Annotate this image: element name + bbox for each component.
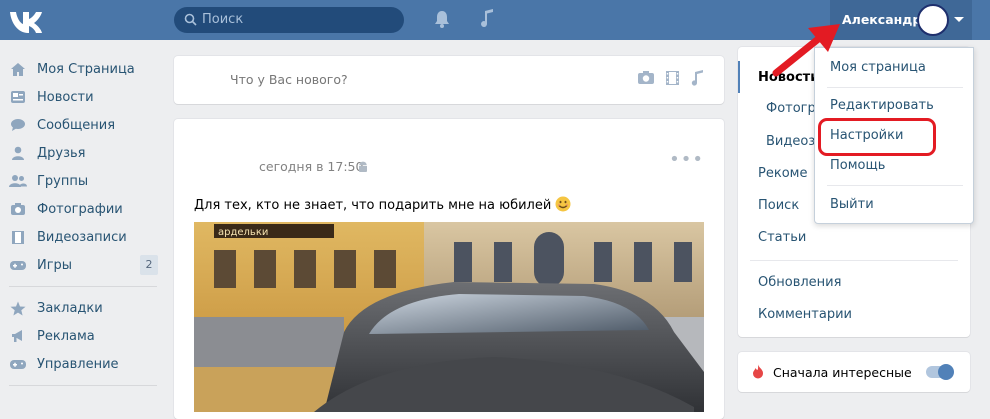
divider xyxy=(750,260,958,261)
divider xyxy=(827,185,963,186)
left-sidebar: Моя Страница Новости Сообщения Друзья Гр… xyxy=(0,55,165,393)
search-box[interactable]: Поиск xyxy=(174,7,404,33)
sidebar-item-label: Управление xyxy=(37,356,119,372)
camera-icon xyxy=(9,201,27,217)
users-icon xyxy=(9,173,27,189)
interesting-toggle[interactable] xyxy=(926,364,954,380)
settings-highlight-box xyxy=(818,118,936,156)
menu-item-logout[interactable]: Выйти xyxy=(830,197,874,212)
sidebar-item-ads[interactable]: Реклама xyxy=(0,322,165,350)
sidebar-item-messages[interactable]: Сообщения xyxy=(0,111,165,139)
user-name: Александр xyxy=(842,12,922,27)
sidebar-item-friends[interactable]: Друзья xyxy=(0,139,165,167)
filter-comments[interactable]: Комментарии xyxy=(758,307,852,322)
film-icon xyxy=(9,229,27,245)
megaphone-icon xyxy=(9,328,27,344)
sidebar-item-label: Новости xyxy=(37,89,94,105)
film-icon[interactable] xyxy=(665,70,680,91)
avatar xyxy=(917,4,949,36)
gamepad-icon xyxy=(9,356,27,372)
news-icon xyxy=(9,89,27,105)
sidebar-item-bookmarks[interactable]: Закладки xyxy=(0,294,165,322)
sidebar-item-groups[interactable]: Группы xyxy=(0,167,165,195)
message-icon xyxy=(9,117,27,133)
sidebar-item-label: Реклама xyxy=(37,328,95,344)
annotation-arrow-icon xyxy=(772,24,840,77)
music-icon[interactable] xyxy=(690,70,704,91)
interesting-first-toggle-row[interactable]: Сначала интересные xyxy=(738,352,970,392)
search-placeholder: Поиск xyxy=(202,12,244,27)
counter-badge: 2 xyxy=(140,255,158,275)
fire-icon xyxy=(752,364,764,383)
filter-articles[interactable]: Статьи xyxy=(758,230,806,245)
svg-text:ардельки: ардельки xyxy=(218,227,268,238)
more-icon[interactable]: ••• xyxy=(669,149,704,170)
sidebar-item-games[interactable]: Игры 2 xyxy=(0,251,165,279)
sidebar-item-label: Группы xyxy=(37,173,89,189)
user-menu-button[interactable]: Александр xyxy=(830,0,972,40)
post-time[interactable]: сегодня в 17:50 xyxy=(259,159,363,174)
filter-recommendations[interactable]: Рекоме xyxy=(758,166,807,181)
menu-item-help[interactable]: Помощь xyxy=(830,158,885,173)
divider xyxy=(9,286,157,287)
sidebar-item-manage[interactable]: Управление xyxy=(0,350,165,378)
chevron-down-icon xyxy=(954,17,964,22)
menu-item-edit[interactable]: Редактировать xyxy=(830,98,934,113)
android-icon xyxy=(358,161,368,177)
sidebar-item-label: Игры xyxy=(37,257,73,273)
sidebar-item-photos[interactable]: Фотографии xyxy=(0,195,165,223)
sidebar-item-videos[interactable]: Видеозаписи xyxy=(0,223,165,251)
divider xyxy=(827,87,963,88)
divider xyxy=(9,385,157,386)
bell-icon[interactable] xyxy=(434,10,450,32)
toggle-knob xyxy=(938,364,954,380)
camera-icon[interactable] xyxy=(637,70,655,91)
post-text: Для тех, кто не знает, что подарить мне … xyxy=(194,196,571,216)
gamepad-icon xyxy=(9,257,27,273)
sidebar-item-label: Закладки xyxy=(37,300,103,316)
vk-logo[interactable] xyxy=(8,6,44,34)
music-icon[interactable] xyxy=(479,9,495,33)
post-composer[interactable]: Что у Вас нового? xyxy=(174,56,724,104)
sidebar-item-label: Сообщения xyxy=(37,117,116,133)
star-icon xyxy=(9,300,27,316)
search-icon xyxy=(184,13,197,30)
user-icon xyxy=(9,145,27,161)
sidebar-item-label: Фотографии xyxy=(37,201,123,217)
sidebar-item-news[interactable]: Новости xyxy=(0,83,165,111)
feed-post: сегодня в 17:50 ••• Для тех, кто не знае… xyxy=(174,119,724,419)
smile-emoji-icon xyxy=(555,196,571,216)
interesting-first-label: Сначала интересные xyxy=(773,365,912,380)
filter-updates[interactable]: Обновления xyxy=(758,275,841,290)
post-photo[interactable]: ардельки xyxy=(194,222,704,412)
active-indicator xyxy=(738,61,740,93)
composer-placeholder: Что у Вас нового? xyxy=(230,72,348,87)
sidebar-item-label: Моя Страница xyxy=(37,61,135,77)
post-text-content: Для тех, кто не знает, что подарить мне … xyxy=(194,198,552,213)
filter-search[interactable]: Поиск xyxy=(758,198,799,213)
sidebar-item-label: Видеозаписи xyxy=(37,229,127,245)
sidebar-item-label: Друзья xyxy=(37,145,86,161)
home-icon xyxy=(9,61,27,77)
sidebar-item-my-page[interactable]: Моя Страница xyxy=(0,55,165,83)
